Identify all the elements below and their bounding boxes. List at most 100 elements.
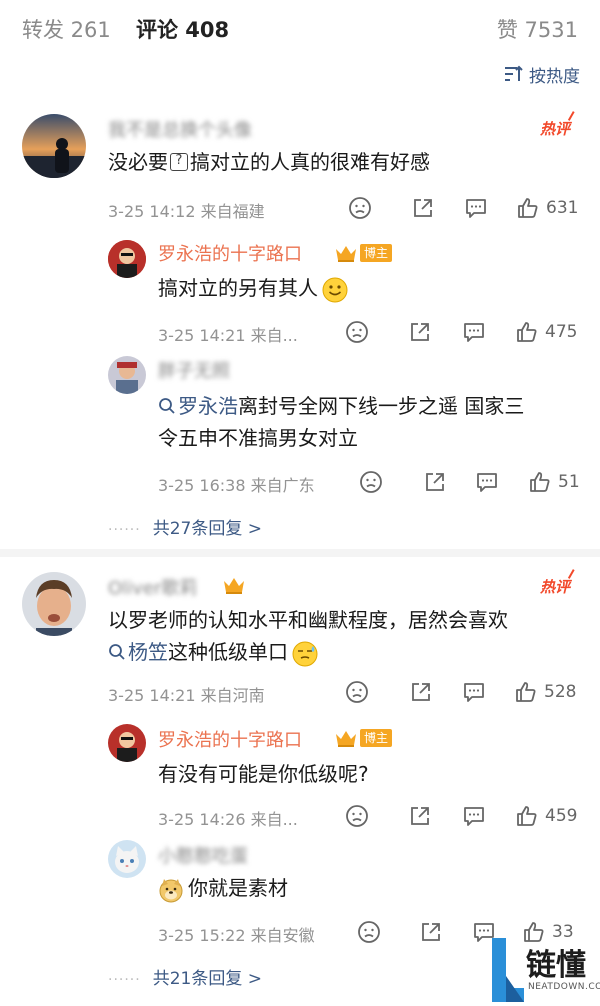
- like-count: 528: [544, 682, 577, 702]
- owner-badge: 博主: [334, 243, 393, 263]
- reply-text: 罗永浩离封号全网下线一步之遥 国家三 令五申不准搞男女对立: [158, 394, 525, 450]
- watermark-l-icon: [492, 938, 524, 1002]
- dislike-face-icon: [349, 197, 371, 219]
- like-button[interactable]: 459: [515, 804, 577, 828]
- avatar[interactable]: [108, 240, 146, 278]
- reply-button[interactable]: [462, 804, 486, 828]
- avatar-image-owner: [108, 724, 146, 762]
- avatar-image-man: [22, 572, 86, 636]
- owner-username[interactable]: 罗永浩的十字路口: [158, 726, 302, 752]
- reply-meta: 3-25 16:38 来自广东: [158, 476, 315, 495]
- comment-text: 以罗老师的认知水平和幽默程度，居然会喜欢 杨笠这种低级单口: [108, 604, 578, 668]
- comment-bubble-icon: [477, 473, 497, 492]
- topic-link[interactable]: 杨笠: [108, 640, 168, 664]
- avatar-image-owner: [108, 240, 146, 278]
- like-button[interactable]: 51: [528, 470, 580, 494]
- like-count: 631: [546, 198, 579, 218]
- share-button[interactable]: [423, 470, 447, 494]
- share-icon: [411, 807, 429, 825]
- reply-button[interactable]: [462, 320, 486, 344]
- share-button[interactable]: [409, 680, 433, 704]
- dislike-button[interactable]: [345, 320, 369, 344]
- like-count: 475: [545, 322, 578, 342]
- dislike-face-icon: [346, 681, 368, 703]
- reply-button[interactable]: [464, 196, 488, 220]
- dislike-face-icon: [346, 805, 368, 827]
- more-replies-link[interactable]: ······ 共21条回复 >: [108, 964, 262, 989]
- dislike-button[interactable]: [348, 196, 372, 220]
- share-button[interactable]: [408, 320, 432, 344]
- tab-comments[interactable]: 评论 408: [136, 14, 229, 44]
- doge-emoji-icon: [159, 878, 183, 902]
- crown-icon: [224, 578, 244, 594]
- avatar[interactable]: [108, 356, 146, 394]
- comment-username[interactable]: 我不是总换个头像: [108, 116, 252, 142]
- share-button[interactable]: [411, 196, 435, 220]
- comment-meta: 3-25 14:21 来自河南: [108, 686, 265, 705]
- more-replies-link[interactable]: ······ 共27条回复 >: [108, 514, 262, 539]
- reply-button[interactable]: [475, 470, 499, 494]
- avatar[interactable]: [108, 724, 146, 762]
- sweat-emoji-icon: [292, 641, 318, 666]
- share-icon: [412, 683, 430, 701]
- thumbs-up-icon: [518, 198, 538, 218]
- share-button[interactable]: [408, 804, 432, 828]
- share-icon: [422, 923, 440, 941]
- crown-icon: [336, 731, 356, 747]
- reply-button[interactable]: [462, 680, 486, 704]
- hot-comment-badge: 热评: [540, 111, 579, 139]
- thumbs-up-icon: [517, 806, 537, 826]
- avatar[interactable]: [22, 572, 86, 636]
- dislike-button[interactable]: [359, 470, 383, 494]
- topic-link[interactable]: 罗永浩: [158, 394, 238, 418]
- comment-text: 没必要? 搞对立的人真的很难有好感: [108, 150, 430, 174]
- like-count: 51: [558, 472, 580, 492]
- dislike-face-icon: [360, 471, 382, 493]
- dislike-face-icon: [346, 321, 368, 343]
- comment-bubble-icon: [466, 199, 486, 218]
- comment-meta: 3-25 14:12 来自福建: [108, 202, 265, 221]
- sort-label: 按热度: [529, 66, 580, 87]
- reply-text: 你就是素材: [158, 872, 288, 904]
- tab-bar: 转发 261 评论 408 赞 7531: [0, 0, 600, 60]
- dislike-button[interactable]: [357, 920, 381, 944]
- thread-separator: [0, 549, 600, 557]
- like-button[interactable]: 528: [514, 680, 576, 704]
- reply-username[interactable]: 小憨憨吃蛋: [158, 842, 248, 868]
- reply-meta: 3-25 15:22 来自安徽: [158, 926, 315, 945]
- reply-text: 搞对立的另有其人: [158, 272, 348, 304]
- avatar-image-user: [108, 356, 146, 394]
- comment-bubble-icon: [464, 683, 484, 702]
- smile-emoji-icon: [322, 277, 348, 302]
- share-icon: [414, 199, 432, 217]
- search-icon: [159, 398, 175, 414]
- owner-username[interactable]: 罗永浩的十字路口: [158, 240, 302, 266]
- hot-comment-badge: 热评: [540, 569, 579, 597]
- sort-by-heat-button[interactable]: 按热度: [503, 62, 580, 87]
- share-icon: [411, 323, 429, 341]
- share-button[interactable]: [419, 920, 443, 944]
- reply-username[interactable]: 胖子无照: [158, 357, 230, 383]
- like-count: 459: [545, 806, 578, 826]
- like-button[interactable]: 475: [515, 320, 577, 344]
- thumbs-up-icon: [530, 472, 550, 492]
- crown-icon: [336, 246, 356, 262]
- tab-repost[interactable]: 转发 261: [22, 14, 111, 44]
- watermark-logo: 链懂 NEATDOWN.COM: [486, 936, 600, 1006]
- owner-badge: 博主: [334, 728, 393, 748]
- unknown-emoji-icon: ?: [170, 152, 188, 171]
- reply-meta: 3-25 14:26 来自...: [158, 810, 298, 829]
- comment-username[interactable]: Oliver歌莉: [108, 574, 197, 600]
- dislike-button[interactable]: [345, 680, 369, 704]
- thumbs-up-icon: [516, 682, 536, 702]
- avatar[interactable]: [22, 114, 86, 178]
- avatar[interactable]: [108, 840, 146, 878]
- like-button[interactable]: 631: [516, 196, 578, 220]
- search-icon: [109, 644, 125, 660]
- dislike-face-icon: [358, 921, 380, 943]
- reply-text: 有没有可能是你低级呢?: [158, 762, 369, 786]
- avatar-image-sunset: [22, 114, 86, 178]
- tab-likes[interactable]: 赞 7531: [497, 14, 578, 44]
- comment-bubble-icon: [464, 807, 484, 826]
- dislike-button[interactable]: [345, 804, 369, 828]
